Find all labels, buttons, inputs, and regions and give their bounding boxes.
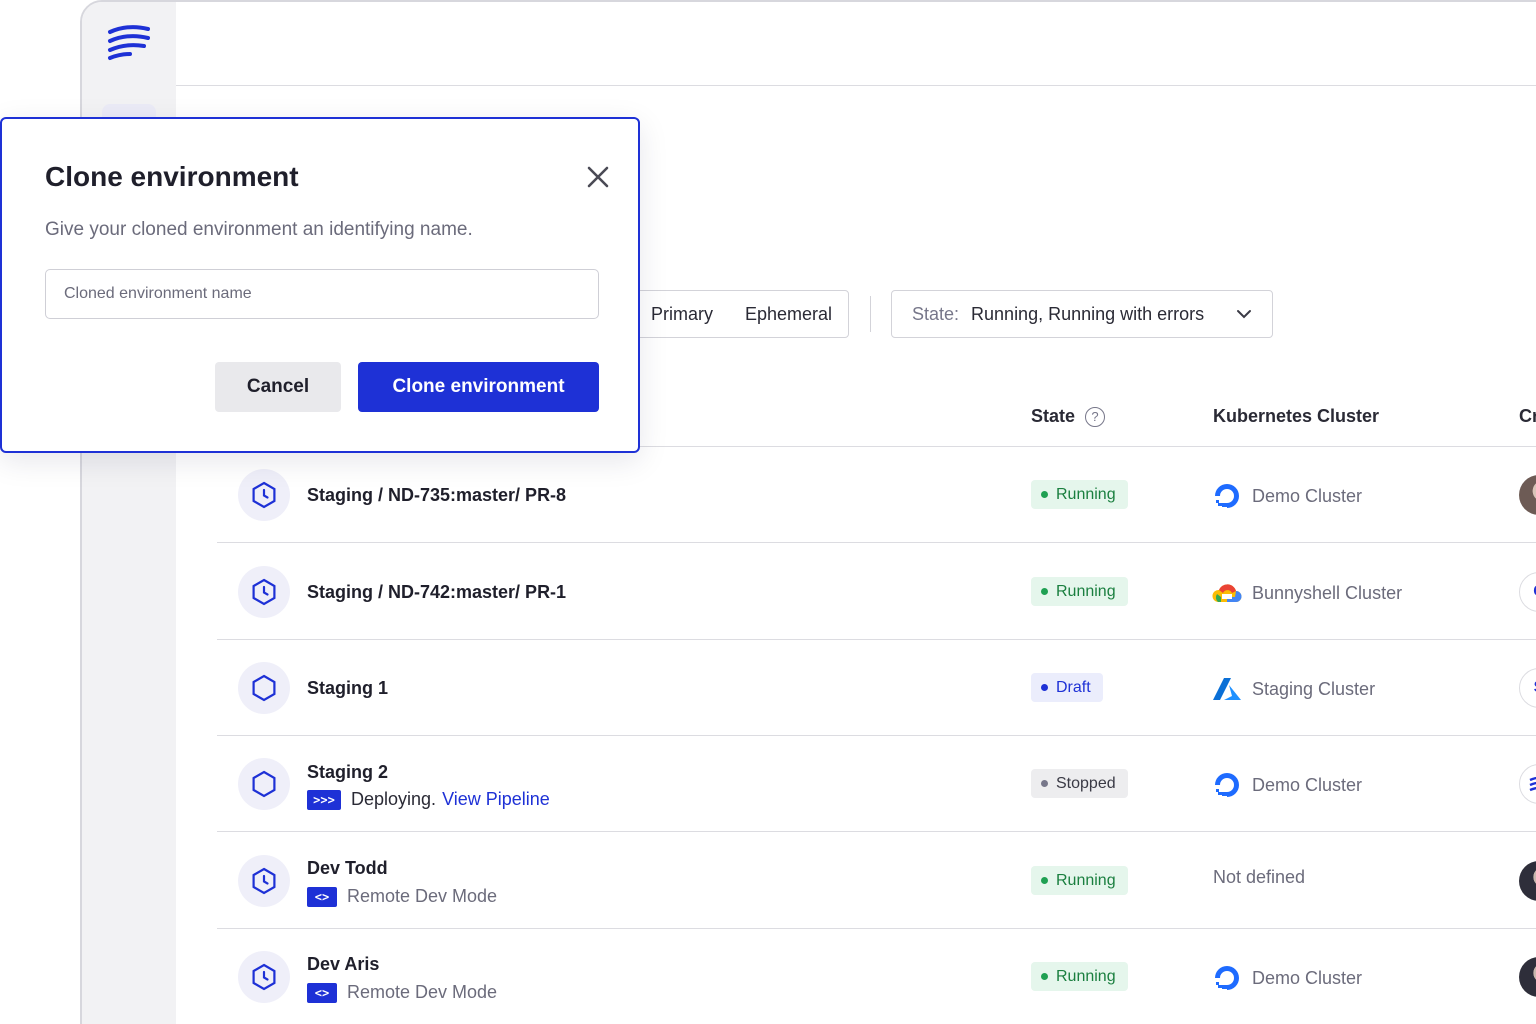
avatar: S xyxy=(1519,668,1536,708)
cluster-cell: Staging Cluster xyxy=(1212,674,1375,704)
clone-environment-button[interactable]: Clone environment xyxy=(358,362,599,412)
state-filter-dropdown[interactable]: State: Running, Running with errors xyxy=(891,290,1273,338)
digitalocean-icon xyxy=(1212,770,1242,800)
environment-name[interactable]: Staging / ND-735:master/ PR-8 xyxy=(307,485,566,506)
column-header-state: State? xyxy=(1031,406,1106,427)
cluster-name: Staging Cluster xyxy=(1252,678,1376,699)
digitalocean-icon xyxy=(1212,963,1242,993)
environment-name[interactable]: Staging / ND-742:master/ PR-1 xyxy=(307,582,566,603)
view-pipeline-link[interactable]: View Pipeline xyxy=(442,789,550,810)
deploying-status: >>> Deploying. View Pipeline xyxy=(307,789,550,810)
code-icon: <> xyxy=(307,886,337,907)
hexagon-icon xyxy=(238,662,290,714)
avatar xyxy=(1519,475,1536,515)
avatar: C xyxy=(1519,572,1536,612)
clock-hexagon-icon xyxy=(238,469,290,521)
azure-icon xyxy=(1212,674,1242,704)
clock-hexagon-icon xyxy=(238,855,290,907)
cluster-cell: Demo Cluster xyxy=(1212,770,1362,800)
dialog-title: Clone environment xyxy=(45,161,299,192)
filter-option-primary[interactable]: Primary xyxy=(651,304,713,325)
chevron-down-icon xyxy=(1237,310,1251,319)
table-row[interactable]: Dev Todd <> Remote Dev Mode Running Not … xyxy=(217,833,1536,929)
environment-name[interactable]: Dev Todd xyxy=(307,858,388,879)
cluster-name: Bunnyshell Cluster xyxy=(1252,582,1403,603)
cluster-cell: Demo Cluster xyxy=(1212,963,1362,993)
filter-divider xyxy=(870,296,871,332)
environment-name[interactable]: Staging 1 xyxy=(307,678,388,699)
pipeline-icon: >>> xyxy=(307,789,341,810)
avatar xyxy=(1519,861,1536,901)
dialog-description: Give your cloned environment an identify… xyxy=(45,219,473,240)
environment-name[interactable]: Staging 2 xyxy=(307,762,388,783)
hexagon-icon xyxy=(238,758,290,810)
table-row[interactable]: Dev Aris <> Remote Dev Mode Running Demo… xyxy=(217,929,1536,1024)
state-filter-label: State: xyxy=(912,303,960,324)
clone-environment-dialog: Clone environment Give your cloned envir… xyxy=(0,117,640,453)
filter-option-ephemeral[interactable]: Ephemeral xyxy=(745,304,832,325)
avatar xyxy=(1519,957,1536,997)
cluster-name: Not defined xyxy=(1213,867,1306,887)
remote-dev-status: <> Remote Dev Mode xyxy=(307,982,497,1003)
status-badge: Running xyxy=(1031,866,1128,895)
code-icon: <> xyxy=(307,982,337,1003)
status-badge: Running xyxy=(1031,480,1128,509)
cluster-name: Demo Cluster xyxy=(1252,967,1363,988)
status-badge: Running xyxy=(1031,962,1128,991)
close-icon[interactable] xyxy=(584,163,612,191)
clock-hexagon-icon xyxy=(238,566,290,618)
cancel-button[interactable]: Cancel xyxy=(215,362,341,412)
cluster-name: Demo Cluster xyxy=(1252,774,1363,795)
bunnyshell-logo-icon[interactable] xyxy=(106,22,152,62)
status-badge: Draft xyxy=(1031,673,1103,702)
cluster-cell: Demo Cluster xyxy=(1212,481,1362,511)
remote-dev-status: <> Remote Dev Mode xyxy=(307,886,497,907)
state-filter-value: Running, Running with errors xyxy=(971,303,1205,324)
environment-name[interactable]: Dev Aris xyxy=(307,954,379,975)
cloned-environment-name-input[interactable] xyxy=(45,269,599,319)
top-bar xyxy=(176,2,1536,86)
bunnyshell-logo-icon xyxy=(1519,764,1536,804)
cluster-name: Demo Cluster xyxy=(1252,485,1363,506)
environment-type-filter: Primary Ephemeral xyxy=(616,290,849,338)
help-icon[interactable]: ? xyxy=(1085,407,1106,427)
cluster-cell: Not defined xyxy=(1213,867,1305,888)
status-badge: Stopped xyxy=(1031,769,1128,798)
column-header-creator: Cr xyxy=(1519,406,1536,426)
status-badge: Running xyxy=(1031,577,1128,606)
google-cloud-icon xyxy=(1212,578,1242,608)
column-header-kubernetes-cluster: Kubernetes Cluster xyxy=(1213,406,1380,426)
table-row[interactable]: Staging / ND-742:master/ PR-1 Running Bu… xyxy=(217,544,1536,640)
cluster-cell: Bunnyshell Cluster xyxy=(1212,578,1402,608)
table-row[interactable]: Staging / ND-735:master/ PR-8 Running De… xyxy=(217,447,1536,543)
table-row[interactable]: Staging 1 Draft Staging Cluster S xyxy=(217,640,1536,736)
table-row[interactable]: Staging 2 >>> Deploying. View Pipeline S… xyxy=(217,736,1536,832)
clock-hexagon-icon xyxy=(238,951,290,1003)
digitalocean-icon xyxy=(1212,481,1242,511)
